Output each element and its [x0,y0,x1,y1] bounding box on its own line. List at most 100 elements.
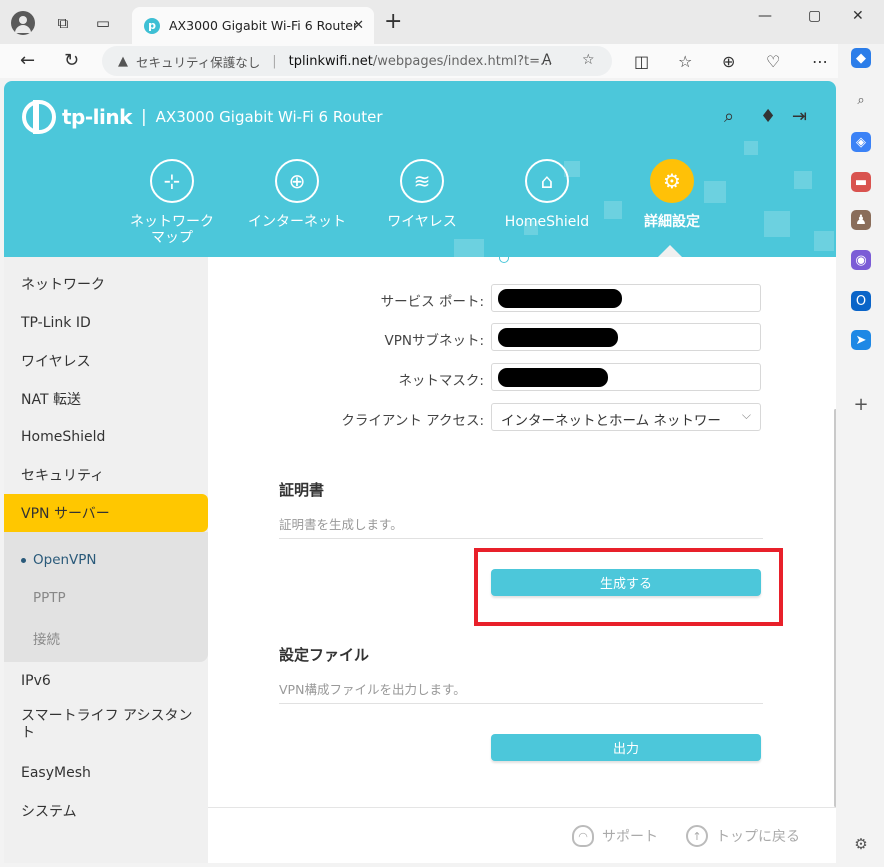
sidebar-item-smart-life[interactable]: スマートライフ アシスタント [4,701,208,749]
download-app-icon[interactable]: ♦ [760,106,776,127]
search-icon[interactable]: ⌕ [724,106,734,127]
favorites-icon[interactable]: ☆ [678,52,692,71]
globe-icon: ⊕ [275,159,319,203]
generate-certificate-button[interactable]: 生成する [491,569,761,596]
security-label[interactable]: セキュリティ保護なし [136,52,260,71]
tab-network-map-label: ネットワーク マップ [130,214,214,246]
redacted-value [498,368,608,387]
certificate-description: 証明書を生成します。 [279,517,403,532]
tab-internet[interactable]: ⊕ インターネット [247,159,347,230]
maximize-icon[interactable]: ▢ [808,8,821,24]
sidebar-item-ipv6[interactable]: IPv6 [4,662,208,700]
tab-advanced[interactable]: ⚙ 詳細設定 [622,159,722,230]
new-tab-icon[interactable]: + [384,11,402,33]
vpn-submenu: OpenVPN PPTP 接続 [4,532,208,662]
router-header: tp-link | AX3000 Gigabit Wi-Fi 6 Router … [4,81,836,257]
redacted-value [498,328,618,347]
brand-name: tp-link [62,105,132,129]
read-aloud-icon[interactable]: A [542,52,552,68]
vpn-subnet-row: VPNサブネット: [208,323,836,353]
tab-homeshield-label: HomeShield [504,214,590,230]
sidebar-item-system[interactable]: システム [4,792,208,830]
workspaces-icon[interactable]: ⧉ [52,12,74,34]
router-model: AX3000 Gigabit Wi-Fi 6 Router [155,108,383,126]
tab-homeshield[interactable]: ⌂ HomeShield [497,159,597,230]
main-content: サービス ポート: VPNサブネット: ネットマスク: クライアント アクセス:… [208,257,836,807]
browser-tab-bar: ⧉ ▭ p AX3000 Gigabit Wi-Fi 6 Router ✕ + … [0,0,884,44]
sidebar-item-homeshield[interactable]: HomeShield [4,418,208,456]
minimize-icon[interactable]: — [758,8,772,24]
browser-toolbar: ← ↻ ▲ セキュリティ保護なし | tplinkwifi.net /webpa… [0,44,884,78]
tab-network-map[interactable]: ⊹ ネットワーク マップ [122,159,222,246]
export-config-button[interactable]: 出力 [491,734,761,761]
sidebar-item-easymesh[interactable]: EasyMesh [4,754,208,792]
sidebar-item-tplink-id[interactable]: TP-Link ID [4,304,208,342]
sidebar-item-nat[interactable]: NAT 転送 [4,380,208,418]
sidebar: ネットワーク TP-Link ID ワイヤレス NAT 転送 HomeShiel… [4,257,208,863]
netmask-input[interactable] [491,363,761,391]
collections-icon[interactable]: ⊕ [722,52,735,71]
headset-icon: ◠ [572,825,594,847]
certificate-title: 証明書 [279,481,325,499]
scrollbar-thumb[interactable] [834,409,836,807]
settings-icon[interactable]: ⚙ [851,834,871,854]
split-screen-icon[interactable]: ◫ [634,52,649,71]
url-path: /webpages/index.html?t=... [372,53,553,69]
redacted-value [498,289,622,308]
add-icon[interactable]: + [851,394,871,415]
search-icon[interactable]: ⌕ [851,90,871,110]
sidebar-item-security[interactable]: セキュリティ [4,456,208,494]
tab-wireless-label: ワイヤレス [387,214,457,230]
microsoft-365-icon[interactable]: ◉ [851,250,871,270]
profile-avatar-icon[interactable] [11,11,35,35]
copilot-icon[interactable]: ◆ [851,48,871,68]
favorite-star-icon[interactable]: ☆ [582,52,595,68]
shopping-tag-icon[interactable]: ◈ [851,132,871,152]
tplink-logo-icon [22,100,56,134]
tab-advanced-label: 詳細設定 [644,214,700,230]
tab-actions-icon[interactable]: ▭ [92,12,114,34]
send-icon[interactable]: ➤ [851,330,871,350]
browser-essentials-icon[interactable]: ♡ [766,52,780,71]
support-link[interactable]: ◠ サポート [572,825,658,847]
client-access-value: インターネットとホーム ネットワー [501,413,721,429]
active-tab-pointer [658,245,682,257]
back-icon[interactable]: ← [20,50,35,71]
close-window-icon[interactable]: ✕ [852,8,864,24]
sidebar-item-wireless[interactable]: ワイヤレス [4,342,208,380]
sidebar-item-vpn-server[interactable]: VPN サーバー [4,494,208,532]
client-access-label: クライアント アクセス: [341,413,484,429]
tab-close-icon[interactable]: ✕ [353,18,364,33]
edge-sidebar: ◆ ⌕ ◈ ▬ ♟ ◉ O ➤ + ⚙ [838,44,884,867]
games-icon[interactable]: ♟ [851,210,871,230]
vpn-subnet-input[interactable] [491,323,761,351]
service-port-input[interactable] [491,284,761,312]
tools-icon[interactable]: ▬ [851,172,871,192]
divider [279,538,763,539]
warning-icon[interactable]: ▲ [118,54,128,69]
address-bar[interactable]: ▲ セキュリティ保護なし | tplinkwifi.net /webpages/… [102,46,612,76]
chevron-down-icon: ⌵ [741,408,751,422]
more-menu-icon[interactable]: ⋯ [812,52,828,71]
gear-icon: ⚙ [650,159,694,203]
submenu-openvpn[interactable]: OpenVPN [21,552,97,568]
netmask-label: ネットマスク: [398,373,484,389]
back-to-top-link[interactable]: ↑ トップに戻る [686,825,800,847]
client-access-row: クライアント アクセス: インターネットとホーム ネットワー ⌵ [208,403,836,433]
logout-icon[interactable]: ⇥ [792,106,807,127]
submenu-connections[interactable]: 接続 [33,628,60,648]
divider [279,703,763,704]
outlook-icon[interactable]: O [851,291,871,311]
service-port-row: サービス ポート: [208,284,836,314]
wifi-icon: ≋ [400,159,444,203]
sidebar-item-network[interactable]: ネットワーク [4,265,208,303]
refresh-icon[interactable]: ↻ [64,50,79,71]
netmask-row: ネットマスク: [208,363,836,393]
page-footer: ◠ サポート ↑ トップに戻る [208,807,836,863]
browser-tab-active[interactable]: p AX3000 Gigabit Wi-Fi 6 Router ✕ [132,7,374,44]
submenu-pptp[interactable]: PPTP [33,590,66,606]
tab-wireless[interactable]: ≋ ワイヤレス [372,159,472,230]
vpn-subnet-label: VPNサブネット: [384,333,484,349]
client-access-select[interactable]: インターネットとホーム ネットワー ⌵ [491,403,761,431]
config-file-description: VPN構成ファイルを出力します。 [279,682,466,697]
